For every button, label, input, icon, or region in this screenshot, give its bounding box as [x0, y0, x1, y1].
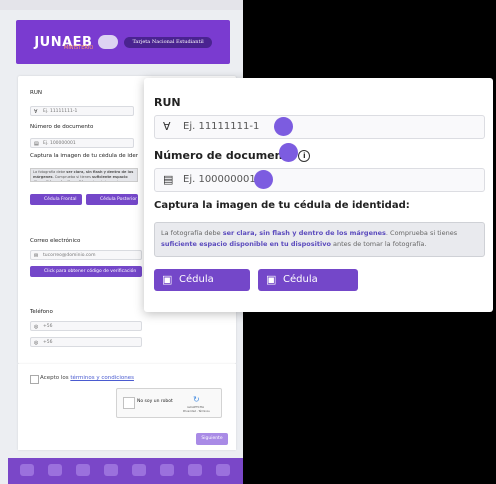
id-card-icon: ▤ — [163, 173, 174, 186]
user-icon: Ɐ — [34, 109, 38, 115]
header-banner: JUNAEB Tarjeta Nacional Estudiantil — [16, 20, 230, 64]
info-text-small-1: La fotografía debe — [33, 170, 67, 174]
info-text-1: La fotografía debe — [161, 229, 223, 237]
recaptcha-brand: reCAPTCHA — [187, 405, 205, 409]
info-text-small-2: . Comprueba si tienes — [52, 175, 93, 179]
email-placeholder: tucorreo@dominio.com — [43, 253, 96, 258]
tne-badge: Tarjeta Nacional Estudiantil — [124, 36, 212, 48]
top-stripe — [0, 0, 243, 10]
info-box-small: La fotografía debe ser clara, sin flash … — [30, 168, 138, 182]
phone-input-1[interactable]: ◎ +56 — [30, 321, 142, 331]
footer-pattern-tile — [20, 464, 34, 476]
front-button-small[interactable]: Cédula Frontal — [30, 194, 82, 205]
phone-prefix-1: +56 — [43, 324, 53, 329]
footer-pattern-tile — [104, 464, 118, 476]
zoomed-form-panel: RUN Ɐ Ej. 11111111-1 Número de documento… — [144, 78, 493, 312]
front-button-label-small: Cédula Frontal — [44, 197, 77, 202]
recaptcha-label: No soy un robot — [137, 399, 173, 404]
capture-label-small: Captura la imagen de tu cédula de identi… — [30, 153, 138, 159]
capture-label: Captura la imagen de tu cédula de identi… — [154, 200, 410, 211]
email-label: Correo electrónico — [30, 238, 81, 244]
logo-subtitle: MINISTERIO — [64, 45, 94, 51]
terms-text: Acepto los términos y condiciones — [40, 375, 134, 381]
run-placeholder: Ej. 11111111-1 — [183, 121, 260, 132]
info-icon[interactable]: i — [298, 150, 311, 162]
document-input[interactable]: ▤ Ej. 100000001 — [154, 168, 485, 192]
terms-link[interactable]: términos y condiciones — [70, 375, 134, 381]
verify-code-button[interactable]: Click para obtener código de verificació… — [30, 266, 142, 277]
next-button[interactable]: Siguiente — [196, 433, 228, 445]
recaptcha-widget: No soy un robot ↻ reCAPTCHA Privacidad -… — [116, 388, 222, 418]
id-card-icon: ▤ — [34, 141, 39, 147]
back-id-label: Cédula Posterior — [283, 274, 328, 307]
terms-prefix: Acepto los — [40, 375, 71, 381]
run-label: RUN — [154, 96, 181, 109]
front-id-button[interactable]: ▣ Cédula Frontal — [154, 269, 250, 307]
phone-label: Teléfono — [30, 309, 53, 315]
document-placeholder-small: Ej. 100000001 — [43, 141, 76, 146]
phone-prefix-2: +56 — [43, 340, 53, 345]
document-placeholder: Ej. 100000001 — [183, 174, 256, 185]
terms-checkbox[interactable] — [30, 375, 39, 384]
footer-pattern-tile — [188, 464, 202, 476]
mail-icon: ✉ — [34, 253, 39, 259]
tne-card-icon — [98, 35, 119, 49]
verify-code-label: Click para obtener código de verificació… — [44, 269, 137, 274]
run-label-small: RUN — [30, 90, 42, 96]
run-placeholder-small: Ej. 11111111-1 — [43, 109, 78, 114]
footer-pattern-tile — [76, 464, 90, 476]
recaptcha-logo-icon: ↻ — [193, 395, 200, 404]
info-text-2: . Comprueba si tienes — [385, 229, 458, 237]
info-text-3: antes de tomar la fotografía. — [330, 240, 427, 248]
back-id-button[interactable]: ▣ Cédula Posterior — [258, 269, 358, 307]
front-id-label: Cédula Frontal — [179, 274, 214, 307]
back-button-label-small: Cédula Posterior — [100, 197, 137, 202]
back-button-small[interactable]: Cédula Posterior — [86, 194, 138, 205]
click-marker — [279, 143, 298, 162]
user-icon: Ɐ — [163, 120, 171, 133]
document-input-small[interactable]: ▤ Ej. 100000001 — [30, 138, 134, 148]
footer-pattern-tile — [160, 464, 174, 476]
footer-pattern-tile — [48, 464, 62, 476]
phone-input-2[interactable]: ◎ +56 — [30, 337, 142, 347]
run-input[interactable]: Ɐ Ej. 11111111-1 — [154, 115, 485, 139]
whatsapp-icon: ◎ — [34, 340, 39, 346]
footer-band — [8, 458, 243, 484]
info-bold-1: ser clara, sin flash y dentro de los már… — [222, 229, 386, 237]
recaptcha-terms: Privacidad - Términos — [183, 410, 210, 413]
info-box: La fotografía debe ser clara, sin flash … — [154, 222, 485, 257]
recaptcha-checkbox[interactable] — [123, 397, 135, 409]
whatsapp-icon: ◎ — [34, 324, 39, 330]
document-label-text: Número de documento — [154, 149, 296, 162]
footer-pattern-tile — [132, 464, 146, 476]
footer-pattern-tile — [216, 464, 230, 476]
email-input[interactable]: ✉ tucorreo@dominio.com — [30, 250, 142, 260]
click-marker — [274, 117, 293, 136]
camera-icon: ▣ — [162, 273, 173, 286]
info-bold-2: suficiente espacio disponible en tu disp… — [161, 240, 331, 248]
document-label-small: Número de documento — [30, 124, 94, 130]
click-marker — [254, 170, 273, 189]
run-input-small[interactable]: Ɐ Ej. 11111111-1 — [30, 106, 134, 116]
camera-icon: ▣ — [266, 273, 277, 286]
